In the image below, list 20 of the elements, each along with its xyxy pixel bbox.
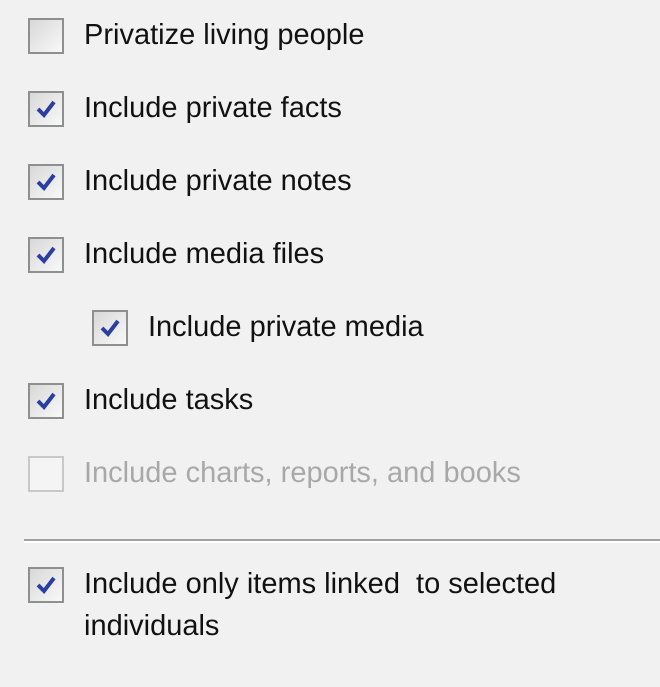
checkbox-label[interactable]: Include private notes	[84, 160, 352, 202]
checkbox-label[interactable]: Privatize living people	[84, 14, 364, 56]
checkbox[interactable]	[28, 567, 64, 603]
checkbox-label[interactable]: Include media files	[84, 233, 324, 275]
checkmark-icon	[99, 317, 121, 339]
checkbox[interactable]	[28, 237, 64, 273]
checkmark-icon	[35, 171, 57, 193]
checkbox[interactable]	[28, 164, 64, 200]
checkmark-icon	[35, 244, 57, 266]
checkbox-label[interactable]: Include tasks	[84, 379, 254, 421]
checkbox[interactable]	[28, 18, 64, 54]
checkbox-label[interactable]: Include private facts	[84, 87, 342, 129]
checkbox-label[interactable]: Include only items linked to selected individuals	[84, 563, 644, 647]
checkbox[interactable]	[28, 91, 64, 127]
checkbox-label[interactable]: Include private media	[148, 306, 424, 348]
checkmark-icon	[35, 98, 57, 120]
checkmark-icon	[35, 390, 57, 412]
checkmark-icon	[35, 574, 57, 596]
checkbox[interactable]	[28, 383, 64, 419]
checkbox[interactable]	[92, 310, 128, 346]
